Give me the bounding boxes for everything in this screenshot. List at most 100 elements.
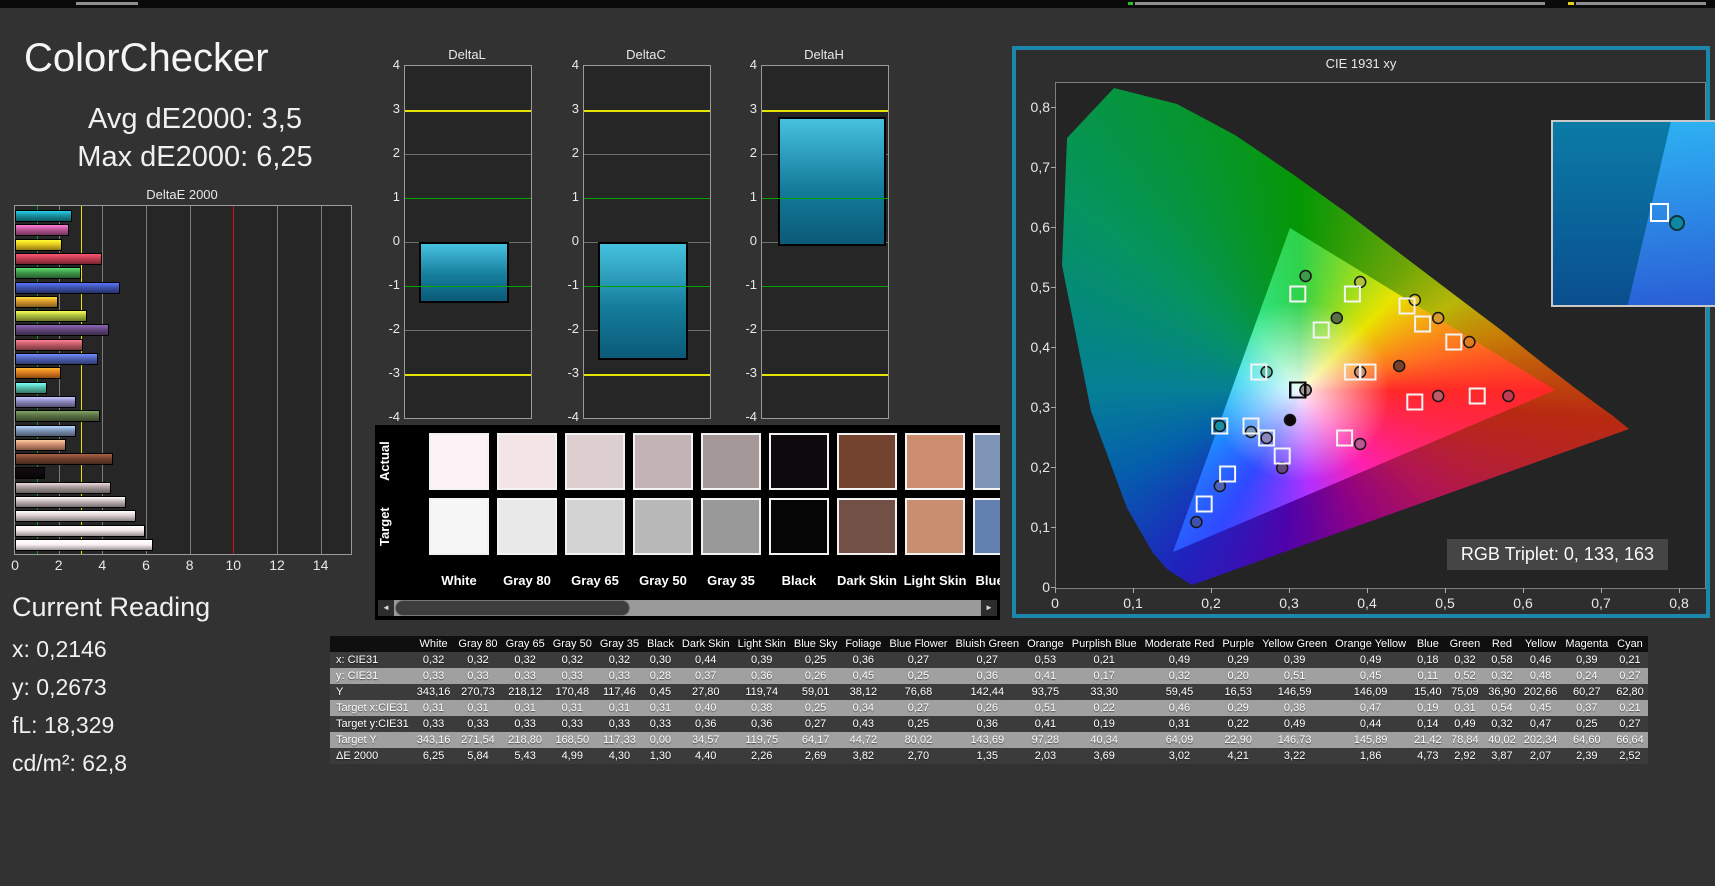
table-cell: 0,28: [649, 670, 672, 682]
cie-x-tick: [1133, 588, 1134, 593]
table-cell: 0,32: [422, 654, 445, 666]
inset-measured-marker: [1668, 215, 1685, 232]
table-cell: 4,99: [561, 750, 583, 762]
inset-target-marker: [1650, 202, 1670, 222]
x-tick-label: 2: [54, 557, 63, 573]
table-cell: 343,16: [416, 734, 451, 746]
x-tick-label: 4: [98, 557, 107, 573]
swatch-actual-blue-sky[interactable]: [973, 433, 1000, 490]
gridline: [584, 154, 710, 155]
swatch-target-gray-65[interactable]: [565, 498, 625, 555]
cie-measured-magenta: [1353, 437, 1367, 451]
swatch-target-gray-50[interactable]: [633, 498, 693, 555]
table-cell: 170,48: [555, 686, 590, 698]
deltae-bar-dark-skin: [15, 453, 114, 466]
swatch-target-gray-80[interactable]: [497, 498, 557, 555]
swatch-target-dark-skin[interactable]: [837, 498, 897, 555]
table-cell: 0,33: [608, 718, 631, 730]
table-cell: 33,30: [1090, 686, 1118, 698]
table-cell: 0,51: [1283, 670, 1306, 682]
delta-bar: [598, 242, 688, 361]
cie-target-red: [1468, 387, 1486, 405]
swatch-actual-gray-80[interactable]: [497, 433, 557, 490]
y-tick-label: 3: [392, 101, 400, 116]
cie-target-moderate-red: [1406, 393, 1424, 411]
table-cell: 0,33: [649, 718, 672, 730]
table-cell: 78,84: [1451, 734, 1479, 746]
swatch-actual-gray-50[interactable]: [633, 433, 693, 490]
table-cell: 218,80: [508, 734, 542, 746]
swatch-scrollbar[interactable]: ◄ ►: [378, 600, 997, 616]
y-tick-label: 4: [392, 57, 400, 72]
cie-measured-blue-flower: [1260, 431, 1273, 445]
swatch-target-blue-sky[interactable]: [973, 498, 1000, 555]
cie-x-tick-label: 0,7: [1591, 595, 1611, 611]
table-cell: 0,49: [1359, 654, 1382, 666]
table-cell: 0,31: [514, 702, 536, 714]
cie-measured-red: [1502, 389, 1515, 403]
swatch-target-gray-35[interactable]: [701, 498, 761, 555]
swatch-target-black[interactable]: [769, 498, 829, 555]
table-cell: 0,32: [1168, 670, 1191, 682]
swatch-actual-dark-skin[interactable]: [837, 433, 897, 490]
deltae-bar-gray-35: [15, 481, 111, 494]
current-reading-cdm2: cd/m²: 62,8: [12, 750, 128, 776]
cie-y-tick-label: 0,7: [1030, 159, 1050, 175]
cie-y-tick: [1051, 407, 1056, 408]
table-cell: 0,45: [1529, 702, 1552, 714]
deltae-bar-foliage: [15, 410, 101, 423]
table-cell: 0,27: [907, 702, 930, 714]
x-tick-label: 10: [225, 557, 242, 573]
cie-1931-panel[interactable]: CIE 1931 xy 0 0,1 0,2 0,3 0,4 0,5 0,6 0,7 0,8 0 0,…: [1012, 46, 1715, 618]
table-cell: 59,45: [1165, 686, 1194, 698]
table-cell: 0,33: [422, 718, 445, 730]
guide-line: [762, 374, 888, 376]
swatch-target-light-skin[interactable]: [905, 498, 965, 555]
table-cell: 0,32: [561, 654, 583, 666]
guide-line: [584, 374, 710, 376]
swatch-actual-light-skin[interactable]: [905, 433, 965, 490]
table-cell: 15,40: [1414, 686, 1442, 698]
swatch-target-white[interactable]: [429, 498, 489, 555]
table-cell: 0,44: [695, 654, 717, 666]
gridline: [320, 206, 322, 554]
table-cell: 1,86: [1359, 750, 1382, 762]
cie-chromaticity-plot: [1055, 82, 1715, 589]
y-tick-label: -4: [567, 409, 579, 424]
gridline: [405, 154, 531, 155]
table-cell: 4,21: [1227, 750, 1249, 762]
swatch-actual-white[interactable]: [429, 433, 489, 490]
table-cell: 0,22: [1227, 718, 1249, 730]
table-cell: 218,12: [508, 686, 542, 698]
column-header: Orange: [1027, 638, 1064, 650]
top-strip-segment: [1135, 2, 1545, 5]
table-cell: 146,73: [1277, 734, 1312, 746]
table-cell: 0,52: [1454, 670, 1476, 682]
swatch-actual-black[interactable]: [769, 433, 829, 490]
swatch-label: Dark Skin: [837, 573, 897, 588]
current-reading-y: y: 0,2673: [12, 674, 107, 700]
scrollbar-thumb[interactable]: [395, 600, 630, 616]
column-header: Gray 50: [552, 638, 592, 650]
cie-x-tick: [1523, 588, 1524, 593]
x-tick-label: 8: [185, 557, 194, 573]
table-cell: 2,70: [907, 750, 930, 762]
swatch-label: Gray 65: [571, 573, 619, 588]
y-tick-label: 0: [749, 233, 757, 248]
row-label: Target x:CIE31: [336, 702, 409, 714]
top-edge-strip: [0, 0, 1715, 8]
swatch-actual-gray-35[interactable]: [701, 433, 761, 490]
table-cell: 0,32: [467, 654, 489, 666]
cie-x-tick: [1289, 588, 1290, 593]
scrollbar-right-arrow-icon[interactable]: ►: [981, 600, 997, 616]
table-cell: 0,49: [1454, 718, 1476, 730]
swatch-actual-gray-65[interactable]: [565, 433, 625, 490]
scrollbar-left-arrow-icon[interactable]: ◄: [378, 600, 394, 616]
deltae-bar-purple: [15, 324, 109, 337]
cie-measured-cyan: [1213, 419, 1227, 433]
swatch-label: Gray 35: [707, 573, 755, 588]
cie-measured-blue: [1190, 515, 1203, 529]
cie-x-tick: [1211, 588, 1212, 593]
table-cell: 2,07: [1529, 750, 1552, 762]
table-cell: 59,01: [801, 686, 830, 698]
